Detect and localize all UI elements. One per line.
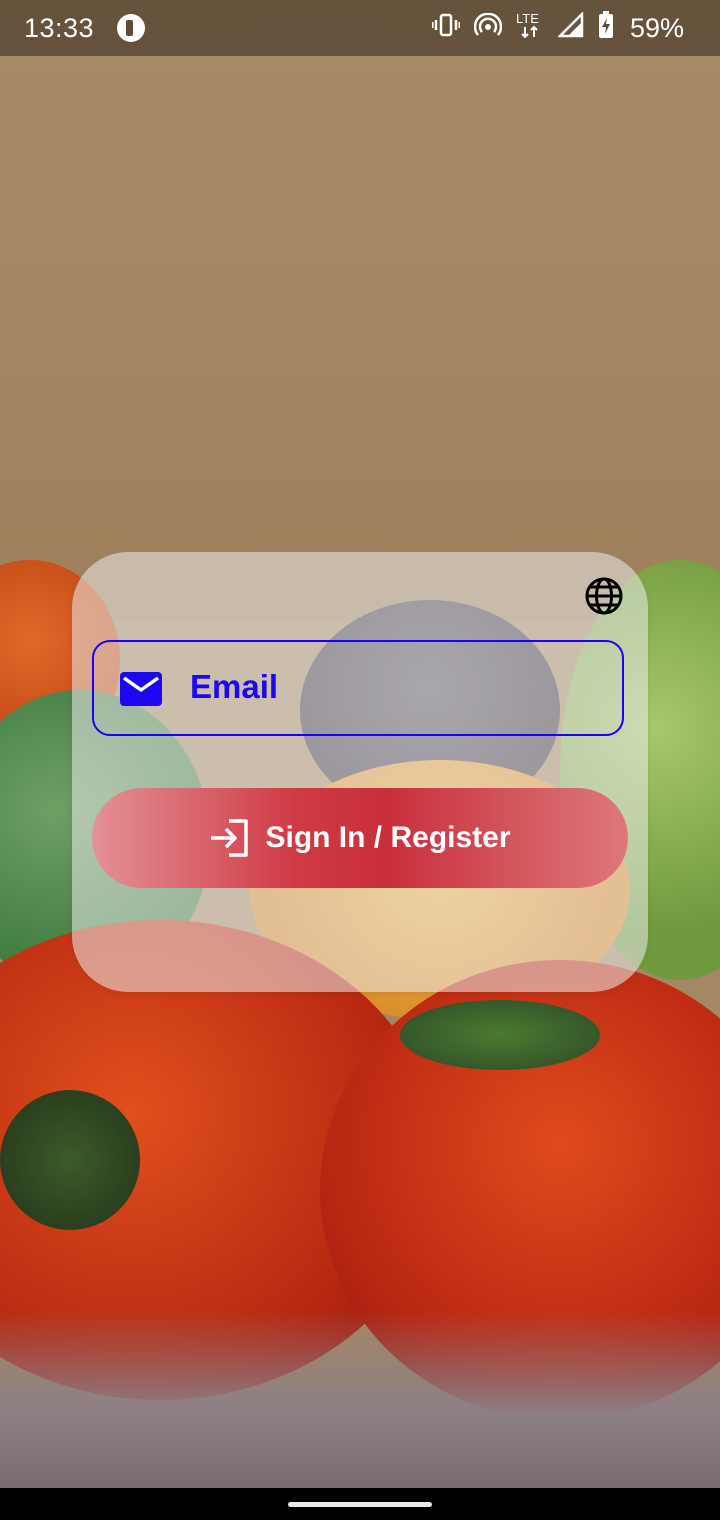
battery-charging-icon (598, 10, 614, 46)
gesture-handle[interactable] (288, 1502, 432, 1507)
globe-icon[interactable] (584, 576, 624, 616)
lte-label: LTE (516, 11, 539, 26)
email-field[interactable]: Email (92, 640, 624, 736)
login-icon (209, 818, 251, 858)
login-card: Email Sign In / Register (72, 552, 648, 992)
status-time: 13:33 (24, 13, 95, 43)
app-notification-icon (117, 14, 145, 42)
signin-button-label: Sign In / Register (265, 821, 511, 854)
vibrate-icon (431, 12, 461, 45)
lte-icon: LTE (516, 11, 544, 46)
battery-percent: 59% (629, 12, 684, 43)
status-bar: 13:33 LTE 59% (0, 0, 720, 56)
status-icons: LTE 59% (431, 0, 684, 56)
hotspot-icon (473, 11, 503, 44)
signal-icon (556, 10, 584, 45)
email-placeholder: Email (190, 668, 279, 705)
login-screen: 13:33 LTE 59% Email Sign In / Register (0, 0, 720, 1520)
mail-icon (120, 672, 162, 706)
signin-register-button[interactable]: Sign In / Register (92, 788, 628, 888)
navigation-bar (0, 1488, 720, 1520)
